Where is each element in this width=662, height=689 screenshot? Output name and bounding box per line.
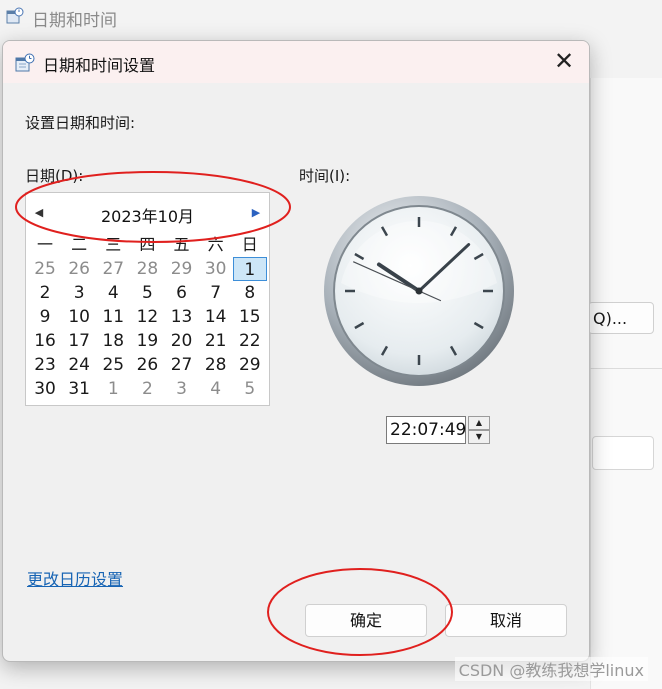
dialog-title: 日期和时间设置 bbox=[43, 56, 156, 75]
calendar-day[interactable]: 2 bbox=[130, 377, 164, 401]
calendar-day[interactable]: 19 bbox=[130, 329, 164, 353]
calendar-week-row: 9 10 11 12 13 14 15 bbox=[28, 305, 267, 329]
calendar-weekday-label: 日 bbox=[241, 235, 258, 254]
calendar-week-row: 16 17 18 19 20 21 22 bbox=[28, 329, 267, 353]
calendar-day[interactable]: 1 bbox=[96, 377, 130, 401]
calendar-day[interactable]: 18 bbox=[96, 329, 130, 353]
calendar-day[interactable]: 22 bbox=[233, 329, 267, 353]
cancel-button[interactable]: 取消 bbox=[445, 604, 567, 637]
calendar-day[interactable]: 29 bbox=[233, 353, 267, 377]
calendar-day[interactable]: 27 bbox=[96, 257, 130, 281]
calendar-day[interactable]: 28 bbox=[199, 353, 233, 377]
date-time-settings-dialog: 日期和时间设置 ✕ 设置日期和时间: 日期(D): 时间(I): ◀ 2023年… bbox=[2, 40, 590, 662]
calendar-day[interactable]: 30 bbox=[199, 257, 233, 281]
calendar-day[interactable]: 3 bbox=[165, 377, 199, 401]
calendar-day[interactable]: 8 bbox=[233, 281, 267, 305]
instruction-text: 设置日期和时间: bbox=[25, 114, 136, 132]
calendar-day[interactable]: 24 bbox=[62, 353, 96, 377]
calendar-day[interactable]: 2 bbox=[28, 281, 62, 305]
calendar-day[interactable]: 6 bbox=[165, 281, 199, 305]
ok-button[interactable]: 确定 bbox=[305, 604, 427, 637]
calendar-day[interactable]: 10 bbox=[62, 305, 96, 329]
calendar-day[interactable]: 14 bbox=[199, 305, 233, 329]
chevron-right-icon[interactable]: ▶ bbox=[249, 205, 263, 221]
calendar-weekday-label: 五 bbox=[173, 235, 190, 254]
calendar-day[interactable]: 27 bbox=[165, 353, 199, 377]
calendar-day[interactable]: 23 bbox=[28, 353, 62, 377]
calendar-day[interactable]: 4 bbox=[96, 281, 130, 305]
calendar-header: ◀ 2023年10月 ▶ bbox=[26, 201, 269, 227]
calendar: ◀ 2023年10月 ▶ 一二三四五六日 25 26 27 28 29 30 1 2 3 4 5 6 7 8… bbox=[25, 192, 270, 406]
calendar-day[interactable]: 1 bbox=[232, 257, 267, 281]
calendar-weekday-label: 四 bbox=[139, 235, 156, 254]
calendar-day[interactable]: 25 bbox=[96, 353, 130, 377]
calendar-week-row: 25 26 27 28 29 30 1 bbox=[28, 257, 267, 281]
calendar-clock-icon bbox=[15, 53, 35, 72]
calendar-day[interactable]: 31 bbox=[62, 377, 96, 401]
calendar-day[interactable]: 21 bbox=[199, 329, 233, 353]
calendar-day[interactable]: 28 bbox=[130, 257, 164, 281]
background-field[interactable] bbox=[592, 436, 654, 470]
calendar-day[interactable]: 7 bbox=[199, 281, 233, 305]
background-titlebar: 日期和时间 bbox=[0, 0, 662, 36]
calendar-day[interactable]: 17 bbox=[62, 329, 96, 353]
calendar-grid: 一二三四五六日 25 26 27 28 29 30 1 2 3 4 5 6 7 8 9 10 11 12 13 14 15… bbox=[28, 233, 267, 401]
analog-clock bbox=[324, 196, 514, 386]
calendar-day[interactable]: 12 bbox=[130, 305, 164, 329]
calendar-day[interactable]: 26 bbox=[130, 353, 164, 377]
calendar-day[interactable]: 20 bbox=[165, 329, 199, 353]
calendar-day[interactable]: 3 bbox=[62, 281, 96, 305]
calendar-day[interactable]: 29 bbox=[165, 257, 199, 281]
calendar-day[interactable]: 13 bbox=[165, 305, 199, 329]
calendar-weekday-label: 六 bbox=[207, 235, 224, 254]
calendar-weekday-label: 二 bbox=[71, 235, 88, 254]
calendar-day[interactable]: 4 bbox=[199, 377, 233, 401]
calendar-week-row: 30 31 1 2 3 4 5 bbox=[28, 377, 267, 401]
calendar-week-row: 2345678 bbox=[28, 281, 267, 305]
spin-up-icon[interactable]: ▲ bbox=[468, 416, 490, 430]
calendar-day[interactable]: 25 bbox=[28, 257, 62, 281]
date-label: 日期(D): bbox=[25, 167, 84, 185]
watermark: CSDN @教练我想学linux bbox=[454, 657, 648, 681]
time-input[interactable]: 22:07:49 bbox=[386, 416, 466, 444]
calendar-weekday-label: 一 bbox=[37, 235, 54, 254]
spin-down-icon[interactable]: ▼ bbox=[468, 430, 490, 444]
calendar-day[interactable]: 5 bbox=[233, 377, 267, 401]
background-separator bbox=[590, 368, 662, 369]
close-icon[interactable]: ✕ bbox=[549, 47, 579, 77]
calendar-weekday-label: 三 bbox=[105, 235, 122, 254]
calendar-week-row: 23 24 25 26 27 28 29 bbox=[28, 353, 267, 377]
time-spinner: ▲ ▼ bbox=[468, 416, 490, 444]
calendar-day[interactable]: 15 bbox=[233, 305, 267, 329]
dialog-titlebar[interactable]: 日期和时间设置 ✕ bbox=[3, 41, 589, 83]
calendar-day[interactable]: 5 bbox=[130, 281, 164, 305]
background-panel bbox=[590, 78, 662, 689]
calendar-day[interactable]: 30 bbox=[28, 377, 62, 401]
calendar-day[interactable]: 9 bbox=[28, 305, 62, 329]
calendar-weekday-row: 一二三四五六日 bbox=[28, 233, 267, 257]
time-label: 时间(I): bbox=[299, 167, 351, 185]
calendar-day[interactable]: 16 bbox=[28, 329, 62, 353]
date-time-app-icon bbox=[6, 7, 24, 24]
change-calendar-settings-link[interactable]: 更改日历设置 bbox=[27, 566, 123, 590]
background-window-title: 日期和时间 bbox=[32, 11, 117, 31]
calendar-day[interactable]: 26 bbox=[62, 257, 96, 281]
calendar-day[interactable]: 11 bbox=[96, 305, 130, 329]
background-partial-button[interactable]: Q)... bbox=[588, 302, 654, 334]
calendar-month-title[interactable]: 2023年10月 bbox=[26, 203, 269, 227]
